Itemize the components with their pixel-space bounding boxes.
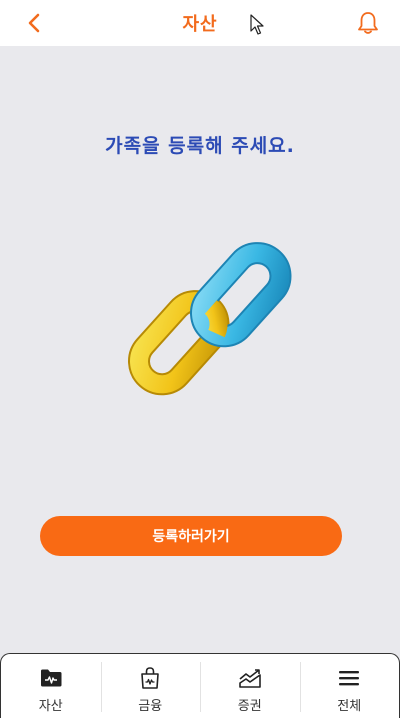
- chain-link-icon: [128, 242, 292, 396]
- app-header: 자산: [0, 0, 400, 46]
- tab-assets[interactable]: 자산: [1, 654, 101, 718]
- tab-finance[interactable]: 금융: [100, 654, 201, 718]
- menu-icon: [339, 671, 360, 686]
- go-register-button[interactable]: 등록하러가기: [40, 516, 342, 556]
- bell-icon: [358, 12, 378, 34]
- shopping-bag-icon: [141, 667, 160, 689]
- page-title: 자산: [182, 14, 218, 35]
- stock-chart-icon: [238, 669, 261, 688]
- tab-label: 금융: [138, 699, 163, 714]
- notification-button[interactable]: [356, 10, 380, 36]
- tab-label: 증권: [237, 699, 262, 714]
- tab-all-menu[interactable]: 전체: [299, 654, 400, 718]
- chevron-left-icon: [28, 13, 40, 33]
- tab-label: 전체: [337, 699, 362, 714]
- bottom-tab-bar: 자산 금융 증권 전체: [0, 653, 400, 718]
- back-button[interactable]: [22, 11, 46, 35]
- tab-securities[interactable]: 증권: [200, 654, 300, 718]
- tab-label: 자산: [38, 699, 63, 714]
- wallet-icon: [40, 669, 62, 687]
- register-family-headline: 가족을 등록해 주세요.: [105, 135, 295, 157]
- mouse-cursor-icon: [250, 14, 264, 35]
